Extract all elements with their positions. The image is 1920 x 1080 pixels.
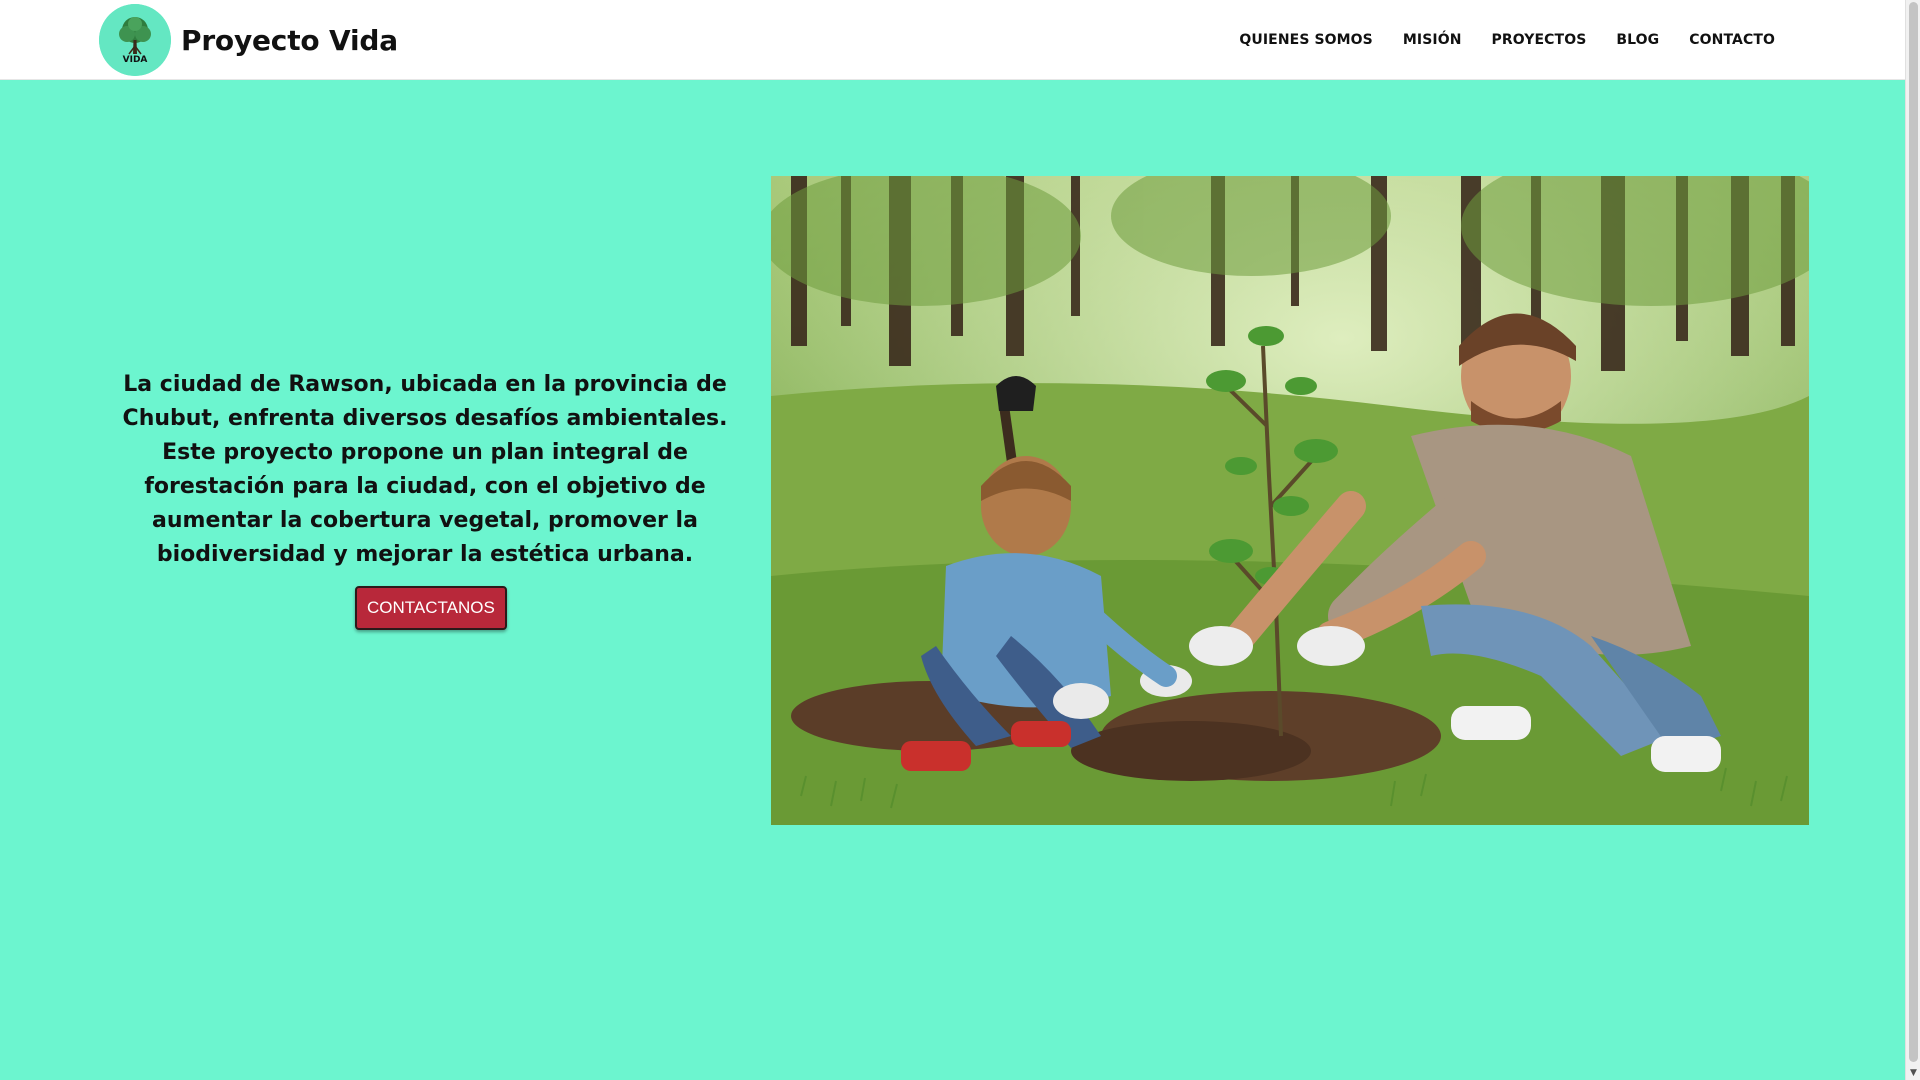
scrollbar[interactable]: ▲ ▼: [1905, 0, 1920, 1080]
scroll-down-arrow[interactable]: ▼: [1906, 1066, 1920, 1080]
brand[interactable]: VIDA Proyecto Vida: [99, 4, 398, 76]
nav-item-quienes-somos[interactable]: QUIENES SOMOS: [1239, 32, 1372, 48]
logo-text: VIDA: [123, 55, 148, 65]
contact-button[interactable]: CONTACTANOS: [355, 586, 507, 630]
page: VIDA Proyecto Vida QUIENES SOMOS MISIÓN …: [0, 0, 1920, 1080]
site-header: VIDA Proyecto Vida QUIENES SOMOS MISIÓN …: [0, 0, 1905, 80]
brand-title[interactable]: Proyecto Vida: [181, 24, 398, 57]
tree-planting-photo: [771, 176, 1809, 825]
hero-text: La ciudad de Rawson, ubicada en la provi…: [100, 368, 750, 572]
nav-item-blog[interactable]: BLOG: [1616, 32, 1659, 48]
nav-item-proyectos[interactable]: PROYECTOS: [1492, 32, 1587, 48]
cta-wrap: CONTACTANOS: [355, 586, 507, 630]
nav-item-contacto[interactable]: CONTACTO: [1689, 32, 1775, 48]
main-nav: QUIENES SOMOS MISIÓN PROYECTOS BLOG CONT…: [1239, 0, 1775, 80]
tree-icon: VIDA: [99, 4, 171, 76]
logo[interactable]: VIDA: [99, 4, 171, 76]
nav-item-mision[interactable]: MISIÓN: [1403, 32, 1462, 48]
hero-paragraph: La ciudad de Rawson, ubicada en la provi…: [122, 372, 728, 567]
scroll-thumb[interactable]: [1909, 2, 1918, 1062]
hero-image: [771, 176, 1809, 825]
